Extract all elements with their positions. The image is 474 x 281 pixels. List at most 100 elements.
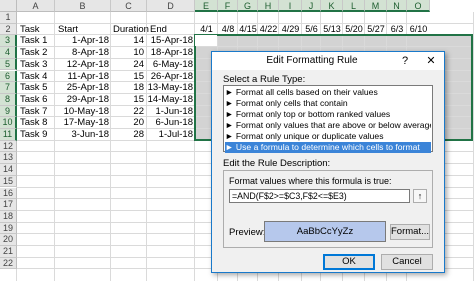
rule-type-item[interactable]: ► Format only unique or duplicate values (225, 131, 431, 142)
row-header[interactable]: 17 (0, 199, 17, 211)
row-header[interactable]: 4 (0, 47, 17, 59)
task-duration: 20 (133, 117, 144, 129)
task-name: Task 2 (20, 47, 48, 59)
column-header[interactable]: G (238, 0, 258, 12)
format-preview: AaBbCcYyZz (264, 221, 386, 242)
column-header[interactable]: O (407, 0, 430, 12)
rule-type-item[interactable]: ► Format all cells based on their values (225, 87, 431, 98)
task-duration: 10 (133, 47, 144, 59)
header-duration: Duration (113, 23, 149, 35)
rule-type-item[interactable]: ► Format only top or bottom ranked value… (225, 109, 431, 120)
task-end: 1-Jun-18 (155, 105, 194, 117)
row-header[interactable]: 20 (0, 234, 17, 246)
edit-formatting-rule-dialog: Edit Formatting Rule ? ✕ Select a Rule T… (211, 51, 445, 273)
column-header[interactable]: A (17, 0, 55, 12)
task-duration: 14 (133, 35, 144, 47)
column-header[interactable]: J (302, 0, 321, 12)
rule-type-item[interactable]: ► Format only cells that contain (225, 98, 431, 109)
task-start: 12-Apr-18 (66, 58, 109, 70)
task-duration: 18 (133, 82, 144, 94)
row-header[interactable]: 11 (0, 129, 17, 141)
task-name: Task 6 (20, 93, 48, 105)
task-end: 1-Jul-18 (158, 129, 193, 140)
row-header[interactable]: 21 (0, 246, 17, 258)
task-start: 29-Apr-18 (66, 93, 109, 105)
dialog-titlebar[interactable]: Edit Formatting Rule ? ✕ (212, 52, 444, 70)
dialog-title: Edit Formatting Rule (266, 55, 358, 66)
column-header[interactable]: B (55, 0, 111, 12)
task-end: 6-Jun-18 (155, 117, 194, 129)
header-task: Task (20, 23, 40, 35)
task-duration: 24 (133, 58, 144, 70)
task-end: 13-May-18 (147, 82, 193, 94)
task-name: Task 9 (20, 129, 48, 140)
column-header[interactable]: F (218, 0, 238, 12)
column-header[interactable]: I (279, 0, 302, 12)
row-header[interactable]: 9 (0, 105, 17, 118)
task-start: 17-May-18 (63, 117, 109, 129)
task-end: 14-May-18 (147, 93, 193, 105)
task-duration: 22 (133, 105, 144, 117)
row-header[interactable]: 12 (0, 140, 17, 153)
task-duration: 15 (133, 93, 144, 105)
row-header[interactable]: 22 (0, 257, 17, 270)
row-header[interactable]: 15 (0, 175, 17, 188)
header-start: Start (58, 23, 79, 35)
rule-description-group: Format values where this formula is true… (223, 170, 433, 248)
row-header[interactable]: 19 (0, 222, 17, 235)
formula-label: Format values where this formula is true… (229, 176, 392, 186)
help-button[interactable]: ? (392, 52, 418, 70)
row-header[interactable]: 13 (0, 152, 17, 165)
task-name: Task 3 (20, 58, 48, 70)
task-start: 11-Apr-18 (67, 70, 109, 82)
rule-type-list[interactable]: ► Format all cells based on their values… (223, 85, 433, 153)
row-header[interactable]: 14 (0, 164, 17, 176)
task-duration: 28 (133, 129, 144, 140)
task-start: 1-Apr-18 (72, 35, 109, 47)
task-name: Task 7 (20, 105, 48, 117)
column-header[interactable]: K (321, 0, 343, 12)
task-start: 25-Apr-18 (66, 82, 109, 94)
preview-label: Preview: (229, 227, 266, 238)
row-header[interactable]: 6 (0, 70, 17, 83)
column-header[interactable]: N (387, 0, 407, 12)
task-end: 26-Apr-18 (150, 70, 193, 82)
active-cell[interactable] (195, 35, 217, 47)
column-header[interactable]: L (343, 0, 365, 12)
column-header[interactable]: E (195, 0, 218, 12)
format-button[interactable]: Format... (390, 224, 430, 240)
rule-type-item[interactable]: ► Use a formula to determine which cells… (225, 142, 431, 153)
task-end: 15-Apr-18 (150, 35, 193, 47)
row-header[interactable]: 8 (0, 93, 17, 106)
task-start: 8-Apr-18 (72, 47, 109, 59)
row-header[interactable]: 5 (0, 58, 17, 71)
ok-button[interactable]: OK (323, 254, 375, 270)
cancel-button[interactable]: Cancel (381, 254, 433, 270)
row-header[interactable]: 16 (0, 187, 17, 200)
task-name: Task 8 (20, 117, 48, 129)
row-header[interactable]: 7 (0, 82, 17, 94)
row-header[interactable]: 18 (0, 210, 17, 223)
task-duration: 15 (133, 70, 144, 82)
task-name: Task 1 (20, 35, 48, 47)
row-header[interactable]: 1 (0, 12, 17, 24)
select-all-corner[interactable] (0, 0, 17, 12)
task-start: 3-Jun-18 (71, 129, 110, 140)
column-header[interactable]: D (147, 0, 195, 12)
header-end: End (150, 23, 167, 35)
column-header[interactable]: M (365, 0, 387, 12)
collapse-dialog-icon[interactable]: ↑ (413, 189, 427, 203)
task-name: Task 5 (20, 82, 48, 94)
task-name: Task 4 (20, 70, 48, 82)
row-header[interactable]: 10 (0, 117, 17, 129)
column-header[interactable]: H (258, 0, 279, 12)
column-header[interactable]: C (111, 0, 147, 12)
rule-type-item[interactable]: ► Format only values that are above or b… (225, 120, 431, 131)
row-header[interactable]: 2 (0, 23, 17, 36)
task-end: 18-Apr-18 (150, 47, 193, 59)
task-end: 6-May-18 (152, 58, 193, 70)
close-icon[interactable]: ✕ (418, 52, 444, 70)
row-header[interactable]: 3 (0, 35, 17, 48)
formula-input[interactable]: =AND(F$2>=$C3,F$2<=$E3) (229, 189, 410, 203)
task-start: 10-May-18 (63, 105, 109, 117)
